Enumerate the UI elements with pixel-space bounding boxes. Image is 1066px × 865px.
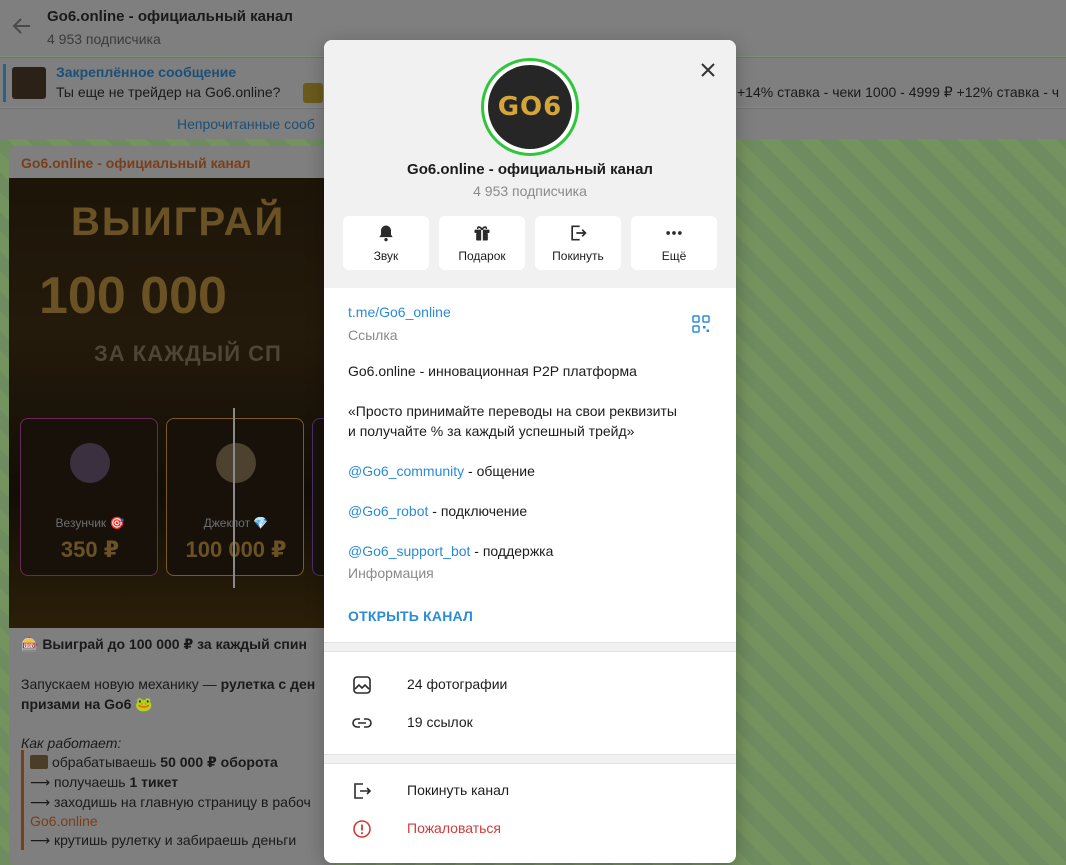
step-1: обрабатываешь 50 000 ₽ оборота [30,752,278,772]
gift-button[interactable]: Подарок [439,216,525,270]
avatar: GO6 [488,65,572,149]
pinned-indicator [3,64,6,102]
gift-label: Подарок [458,249,506,263]
message-image[interactable]: ВЫИГРАЙ 100 000 ЗА КАЖДЫЙ СП Везунчик 🎯 … [9,178,339,628]
avatar-logo-text: GO6 [497,92,563,122]
prize-name: Джекпот 💎 [203,516,269,530]
roulette-pointer [233,408,235,588]
leave-channel-label: Покинуть канал [407,782,510,798]
coin-icon [216,443,256,483]
open-channel-button[interactable]: ОТКРЫТЬ КАНАЛ [348,608,473,624]
quote-bar [21,750,24,850]
description-quote-cont: и получайте % за каждый успешный трейд» [348,423,635,439]
divider [324,754,736,764]
channel-info-dialog: GO6 Go6.online - официальный канал 4 953… [324,40,736,863]
prize-card: Везунчик 🎯 350 ₽ [20,418,158,576]
prize-card: Джекпот 💎 100 000 ₽ [166,418,304,576]
qr-code-icon[interactable] [692,315,710,333]
description-line: Go6.online - инновационная P2P платформа [348,363,637,379]
sound-button[interactable]: Звук [343,216,429,270]
report-row[interactable]: Пожаловаться [324,809,736,848]
prize-value: 350 ₽ [60,537,120,562]
promo-heading: ВЫИГРАЙ [71,200,286,244]
leave-channel-row[interactable]: Покинуть канал [324,771,736,810]
description-community: @Go6_community - общение [348,463,535,479]
coin-icon [70,443,110,483]
bell-icon [379,225,393,242]
report-icon [353,820,371,838]
prize-value: 100 000 ₽ [185,537,287,562]
gift-icon [474,226,490,241]
channel-link-label: Ссылка [348,327,398,343]
photo-icon [353,676,371,694]
description-quote: «Просто принимайте переводы на свои рекв… [348,403,677,419]
photos-label: 24 фотографии [407,676,508,692]
leave-icon [354,783,372,799]
go6-emoji-icon [30,755,48,769]
pinned-thumbnail [12,67,46,99]
more-icon [666,231,682,235]
more-label: Ещё [661,249,687,263]
step-3-link[interactable]: Go6.online [30,811,98,831]
message-headline: 🎰 Выиграй до 100 000 ₽ за каждый спин [21,636,307,652]
link-icon [352,718,372,728]
divider [324,642,736,652]
close-icon[interactable] [696,58,720,82]
info-label: Информация [348,565,434,581]
pinned-label: Закреплённое сообщение [56,64,237,80]
leave-icon [571,225,587,241]
description-support: @Go6_support_bot - поддержка [348,543,554,559]
channel-subscribers: 4 953 подписчика [473,183,587,199]
chat-subscribers: 4 953 подписчика [47,31,161,47]
pinned-text: Ты еще не трейдер на Go6.online? [56,84,281,100]
support-mention[interactable]: @Go6_support_bot [348,543,470,559]
how-it-works-title: Как работает: [21,735,122,751]
channel-info-section: t.me/Go6_online Ссылка Go6.online - инно… [324,288,736,642]
links-row[interactable]: 19 ссылок [324,703,736,742]
description-robot: @Go6_robot - подключение [348,503,528,519]
sound-label: Звук [373,249,399,263]
avatar-ring[interactable]: GO6 [481,58,579,156]
leave-button[interactable]: Покинуть [535,216,621,270]
promo-subheading: ЗА КАЖДЫЙ СП [94,341,282,366]
promo-amount: 100 000 [39,267,227,325]
pinned-emoji-icon [303,83,323,103]
more-button[interactable]: Ещё [631,216,717,270]
links-label: 19 ссылок [407,714,473,730]
leave-label: Покинуть [552,249,604,263]
community-mention[interactable]: @Go6_community [348,463,464,479]
photos-row[interactable]: 24 фотографии [324,665,736,704]
step-2: ⟶ получаешь 1 тикет [30,774,179,790]
step-4: ⟶ крутишь рулетку и забираешь деньги [30,832,297,848]
dialog-header: GO6 Go6.online - официальный канал 4 953… [324,40,736,288]
message-sender[interactable]: Go6.online - официальный канал [21,155,251,171]
pinned-text-continued: +14% ставка - чеки 1000 - 4999 ₽ +12% ст… [737,84,1060,100]
chat-title[interactable]: Go6.online - официальный канал [47,8,293,25]
robot-mention[interactable]: @Go6_robot [348,503,428,519]
message-paragraph: Запускаем новую механику — рулетка с ден [21,676,316,692]
prize-name: Везунчик 🎯 [55,516,125,530]
unread-label: Непрочитанные сооб [177,116,315,132]
message-paragraph-cont: призами на Go6 🐸 [21,696,153,712]
channel-message[interactable]: Go6.online - официальный канал ВЫИГРАЙ 1… [9,146,339,865]
channel-link[interactable]: t.me/Go6_online [348,304,451,320]
report-label: Пожаловаться [407,820,502,836]
channel-title: Go6.online - официальный канал [407,161,653,178]
back-arrow-icon[interactable] [10,14,34,38]
step-3: ⟶ заходишь на главную страницу в рабоч [30,794,311,810]
